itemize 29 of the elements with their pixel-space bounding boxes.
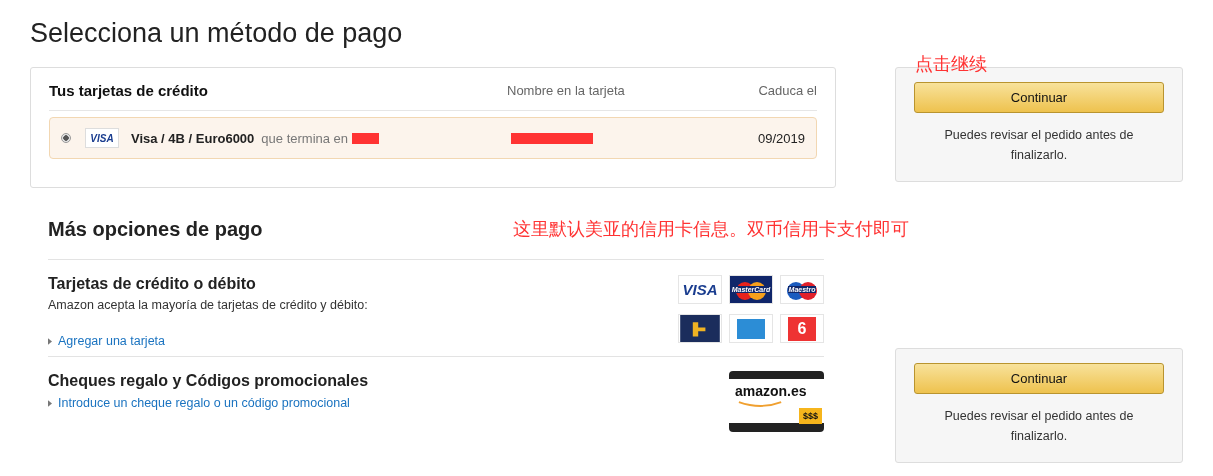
continue-button[interactable]: Continuar [914,82,1164,113]
page-title: Selecciona un método de pago [30,17,404,50]
option-title: Tarjetas de crédito o débito [48,274,257,294]
review-note: Puedes revisar el pedido antes de finalizarlo. [943,127,1135,164]
card-logo [729,314,773,343]
caret-icon [48,399,52,407]
card-row[interactable]: VISA Visa / 4B / Euro6000 que termina en 09/2019 [49,117,817,159]
column-header: Nombre en la tarjeta [507,83,625,98]
option-link[interactable]: Agregar una tarjeta [48,334,368,348]
review-note: Puedes revisar el pedido antes de finalizarlo. [943,408,1135,445]
card-expiry: 09/2019 [758,130,805,146]
card-logo: 6 [780,314,824,343]
option-description: Amazon acepta la mayoría de tarjetas de crédito y débito: [48,298,368,312]
card-logo: VISA [85,128,119,148]
option-link[interactable]: Introduce un cheque regalo o un código promocional [48,396,369,410]
continue-button[interactable]: Continuar [914,363,1164,394]
option-title: Cheques regalo y Códigos promocionales [48,371,369,391]
radio-button[interactable] [61,133,71,143]
card-suffix: que termina en [261,130,349,146]
annotation-text: 这里默认美亚的信用卡信息。双币信用卡支付即可 [513,217,909,241]
card-name: Visa / 4B / Euro6000 [131,130,255,146]
gift-card-image: amazon.es $$$ [729,371,824,432]
caret-icon [48,337,52,345]
section-heading: Tus tarjetas de crédito [49,82,209,99]
card-logo: VISA [678,275,722,304]
column-header: Caduca el [758,83,817,98]
section-heading: Más opciones de pago [48,217,263,242]
annotation-text: 点击继续 [915,52,987,76]
card-logo [678,314,722,343]
